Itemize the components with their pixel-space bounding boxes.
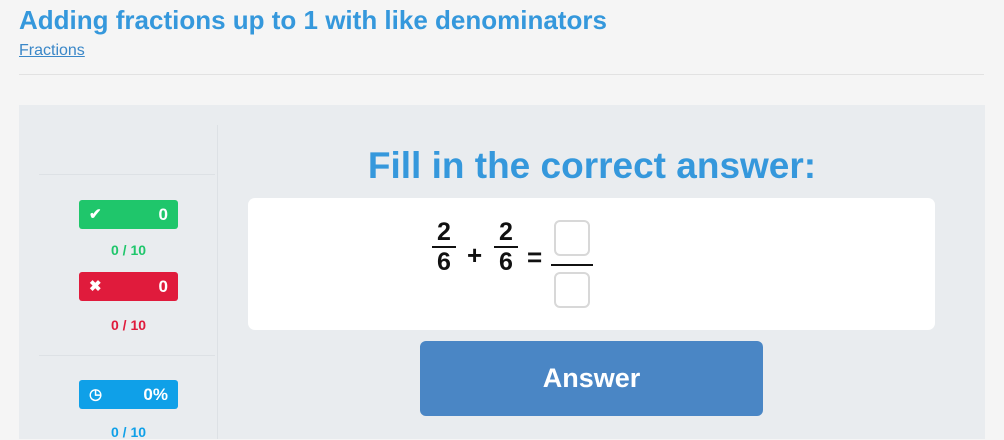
- completion-progress: 0 / 10: [110, 424, 147, 440]
- answer-denominator-input[interactable]: [554, 272, 590, 308]
- fraction-2-numerator: 2: [499, 218, 513, 246]
- clock-icon: ◷: [89, 386, 103, 403]
- answer-fraction-bar: [551, 264, 593, 266]
- correct-progress: 0 / 10: [110, 242, 147, 258]
- fraction-1-numerator: 2: [437, 218, 451, 246]
- fraction-2-denominator: 6: [499, 248, 513, 276]
- fraction-1: 2 6: [432, 219, 456, 275]
- plus-operator: +: [467, 240, 483, 270]
- sidebar-divider: [39, 174, 215, 175]
- check-icon: ✔: [89, 206, 102, 223]
- page-title: Adding fractions up to 1 with like denom…: [19, 5, 607, 35]
- exercise-panel: ✔ 0 0 / 10 ✖ 0 0 / 10 ◷ 0% 0 / 10 Fill i…: [19, 105, 985, 440]
- score-sidebar: ✔ 0 0 / 10 ✖ 0 0 / 10 ◷ 0% 0 / 10: [19, 125, 218, 440]
- completion-percent: 0%: [143, 385, 168, 404]
- completion-badge: ◷ 0%: [79, 380, 178, 409]
- question-heading: Fill in the correct answer:: [367, 145, 817, 186]
- problem-area: 2 6 + 2 6 =: [248, 198, 935, 330]
- header-divider: [19, 74, 984, 75]
- fraction-1-denominator: 6: [437, 248, 451, 276]
- breadcrumb-fractions-link[interactable]: Fractions: [19, 42, 85, 60]
- wrong-count: 0: [158, 277, 168, 296]
- equals-sign: =: [527, 242, 543, 272]
- wrong-progress: 0 / 10: [110, 317, 147, 333]
- wrong-count-badge: ✖ 0: [79, 272, 178, 301]
- correct-count: 0: [158, 205, 168, 224]
- sidebar-divider: [39, 355, 215, 356]
- correct-count-badge: ✔ 0: [79, 200, 178, 229]
- fraction-2: 2 6: [494, 219, 518, 275]
- answer-button[interactable]: Answer: [420, 341, 763, 416]
- answer-numerator-input[interactable]: [554, 220, 590, 256]
- close-icon: ✖: [89, 278, 102, 295]
